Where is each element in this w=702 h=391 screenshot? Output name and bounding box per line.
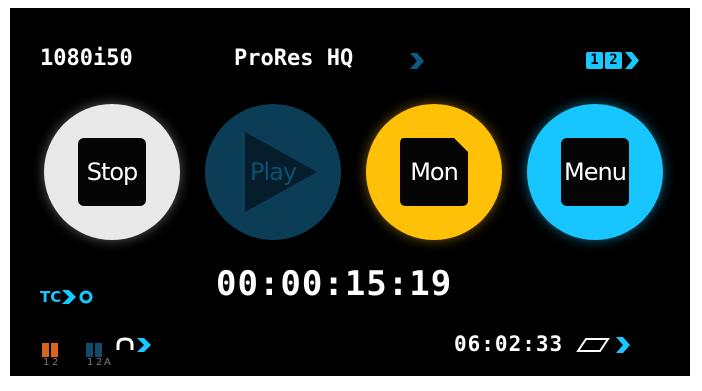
play-button[interactable]: Play <box>205 104 341 240</box>
channel-1-badge[interactable]: 1 <box>586 52 603 69</box>
timecode-label[interactable]: TC <box>40 288 61 306</box>
stop-label: Stop <box>86 158 139 186</box>
menu-button[interactable]: Menu <box>527 104 663 240</box>
audio-meter-in-2 <box>51 343 58 357</box>
audio-in-2-label: 2 <box>52 357 59 368</box>
timecode-source-icon <box>62 290 93 304</box>
codec-selector[interactable]: ProRes HQ <box>234 46 353 71</box>
timecode-display: 00:00:15:19 <box>216 264 453 304</box>
mon-label: Mon <box>410 158 459 186</box>
stop-button[interactable]: Stop <box>44 104 180 240</box>
audio-in-1-label: 1 <box>43 357 50 368</box>
menu-label: Menu <box>564 158 627 186</box>
mon-button[interactable]: Mon <box>366 104 502 240</box>
audio-meter-out-2 <box>95 343 102 357</box>
channel-chevron-icon[interactable] <box>625 52 639 69</box>
audio-out-1-label: 1 <box>87 357 94 368</box>
remaining-time: 06:02:33 <box>454 332 564 356</box>
audio-out-a-label: A <box>104 357 111 368</box>
headphones-icon[interactable] <box>115 337 155 353</box>
media-eraser-icon[interactable] <box>576 335 634 355</box>
play-label: Play <box>249 158 297 186</box>
recorder-screen: 1080i50 ProRes HQ 1 2 Stop Play Mon Menu… <box>10 8 690 376</box>
codec-chevron-icon[interactable] <box>410 53 424 69</box>
channel-2-badge[interactable]: 2 <box>605 52 622 69</box>
audio-meter-in-1 <box>42 343 49 357</box>
audio-out-2-label: 2 <box>96 357 103 368</box>
video-format[interactable]: 1080i50 <box>40 46 133 71</box>
audio-meter-out-1 <box>86 343 93 357</box>
